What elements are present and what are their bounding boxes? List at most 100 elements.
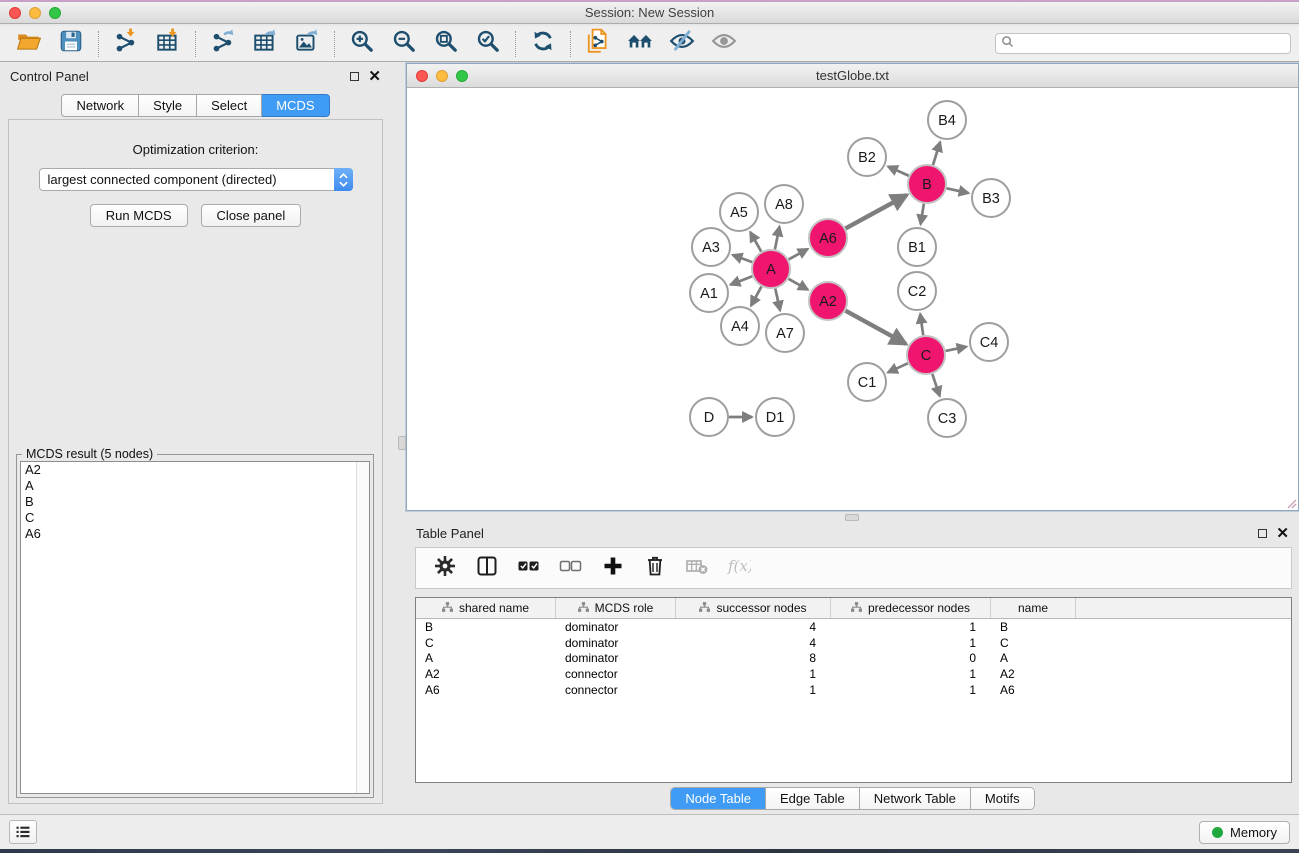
- table-cell[interactable]: 1: [676, 683, 831, 697]
- export-table-button[interactable]: [244, 29, 286, 59]
- tab-edge-table[interactable]: Edge Table: [766, 788, 860, 809]
- close-table-panel-icon[interactable]: ✕: [1276, 529, 1289, 538]
- graph-edge-C-C3[interactable]: [932, 374, 939, 396]
- table-cell[interactable]: 4: [676, 636, 831, 650]
- graph-edge-A-A5[interactable]: [750, 232, 761, 252]
- first-neighbors-button[interactable]: [619, 29, 661, 59]
- table-row[interactable]: A6connector11A6: [416, 682, 1291, 698]
- column-header-name[interactable]: name: [991, 598, 1076, 618]
- table-cell[interactable]: 1: [831, 683, 991, 697]
- column-header-shared-name[interactable]: shared name: [416, 598, 556, 618]
- close-panel-button[interactable]: Close panel: [201, 204, 302, 227]
- search-input[interactable]: [1018, 37, 1285, 51]
- mcds-result-item[interactable]: A: [21, 478, 369, 494]
- export-network-button[interactable]: [202, 29, 244, 59]
- create-new-column-button[interactable]: [594, 552, 632, 584]
- run-mcds-button[interactable]: Run MCDS: [90, 204, 188, 227]
- table-cell[interactable]: 1: [831, 636, 991, 650]
- graph-edge-A-A1[interactable]: [730, 276, 752, 284]
- graph-edge-A-A7[interactable]: [775, 289, 780, 311]
- table-cell[interactable]: A2: [416, 667, 556, 681]
- table-cell[interactable]: 0: [831, 651, 991, 665]
- export-image-button[interactable]: [286, 29, 328, 59]
- zoom-out-button[interactable]: [383, 29, 425, 59]
- task-history-button[interactable]: [9, 820, 37, 844]
- graph-edge-A-A4[interactable]: [751, 287, 761, 306]
- table-cell[interactable]: C: [416, 636, 556, 650]
- table-cell[interactable]: connector: [556, 667, 676, 681]
- table-cell[interactable]: B: [991, 620, 1076, 634]
- graph-edge-A-A3[interactable]: [733, 255, 753, 262]
- mcds-result-item[interactable]: B: [21, 494, 369, 510]
- graph-edge-B-B3[interactable]: [947, 188, 969, 193]
- table-row[interactable]: A2connector11A2: [416, 666, 1291, 682]
- table-cell[interactable]: dominator: [556, 636, 676, 650]
- vertical-splitter-handle[interactable]: [398, 436, 406, 450]
- tab-node-table[interactable]: Node Table: [671, 788, 766, 809]
- table-cell[interactable]: connector: [556, 683, 676, 697]
- select-all-rows-button[interactable]: [510, 552, 548, 584]
- criterion-dropdown[interactable]: largest connected component (directed): [39, 168, 353, 191]
- table-cell[interactable]: A6: [991, 683, 1076, 697]
- horizontal-splitter-handle[interactable]: [845, 514, 859, 521]
- result-scrollbar[interactable]: [356, 462, 369, 793]
- table-row[interactable]: Bdominator41B: [416, 619, 1291, 635]
- zoom-fit-button[interactable]: [425, 29, 467, 59]
- graph-edge-C-C1[interactable]: [888, 363, 908, 372]
- graph-edge-A6-B[interactable]: [846, 195, 907, 228]
- table-cell[interactable]: 1: [676, 667, 831, 681]
- table-cell[interactable]: A: [416, 651, 556, 665]
- hide-selected-button[interactable]: [661, 29, 703, 59]
- network-canvas[interactable]: B4B2BB3A5A8A6A3B1AA1C2A2A4A7C4CC1C3DD1: [407, 89, 1298, 510]
- graph-edge-C-C4[interactable]: [946, 347, 967, 351]
- import-table-button[interactable]: [147, 29, 189, 59]
- zoom-in-button[interactable]: [341, 29, 383, 59]
- mcds-result-item[interactable]: A6: [21, 526, 369, 542]
- column-header-successor-nodes[interactable]: successor nodes: [676, 598, 831, 618]
- minimize-window-button[interactable]: [29, 7, 41, 19]
- mcds-result-item[interactable]: C: [21, 510, 369, 526]
- search-field[interactable]: [995, 33, 1291, 54]
- save-session-button[interactable]: [50, 29, 92, 59]
- table-cell[interactable]: A2: [991, 667, 1076, 681]
- float-table-panel-icon[interactable]: [1258, 529, 1267, 538]
- zoom-selected-button[interactable]: [467, 29, 509, 59]
- refresh-layout-button[interactable]: [522, 29, 564, 59]
- column-header-predecessor-nodes[interactable]: predecessor nodes: [831, 598, 991, 618]
- control-tab-network[interactable]: Network: [61, 94, 139, 117]
- control-tab-select[interactable]: Select: [197, 94, 262, 117]
- open-session-button[interactable]: [8, 29, 50, 59]
- graph-edge-B-B1[interactable]: [921, 204, 924, 225]
- table-cell[interactable]: 1: [831, 620, 991, 634]
- table-cell[interactable]: 1: [831, 667, 991, 681]
- table-options-button[interactable]: [426, 552, 464, 584]
- table-row[interactable]: Adominator80A: [416, 650, 1291, 666]
- mcds-result-item[interactable]: A2: [21, 462, 369, 478]
- memory-button[interactable]: Memory: [1199, 821, 1290, 844]
- table-cell[interactable]: C: [991, 636, 1076, 650]
- mcds-result-list[interactable]: A2ABCA6: [20, 461, 370, 794]
- new-network-from-selection-button[interactable]: [577, 29, 619, 59]
- table-cell[interactable]: A: [991, 651, 1076, 665]
- table-cell[interactable]: 8: [676, 651, 831, 665]
- delete-column-button[interactable]: [636, 552, 674, 584]
- graph-edge-B-B2[interactable]: [888, 166, 909, 175]
- tab-network-table[interactable]: Network Table: [860, 788, 971, 809]
- show-all-button[interactable]: [703, 29, 745, 59]
- column-header-MCDS-role[interactable]: MCDS role: [556, 598, 676, 618]
- table-cell[interactable]: B: [416, 620, 556, 634]
- deselect-all-rows-button[interactable]: [552, 552, 590, 584]
- float-panel-icon[interactable]: [350, 72, 359, 81]
- table-cell[interactable]: A6: [416, 683, 556, 697]
- import-network-button[interactable]: [105, 29, 147, 59]
- graph-edge-A-A6[interactable]: [789, 249, 808, 259]
- table-cell[interactable]: dominator: [556, 620, 676, 634]
- table-row[interactable]: Cdominator41C: [416, 635, 1291, 651]
- table-cell[interactable]: dominator: [556, 651, 676, 665]
- control-tab-mcds[interactable]: MCDS: [262, 94, 329, 117]
- close-window-button[interactable]: [9, 7, 21, 19]
- resize-grip-icon[interactable]: [1285, 497, 1297, 509]
- graph-edge-B-B4[interactable]: [933, 142, 940, 165]
- graph-edge-A-A8[interactable]: [775, 227, 780, 250]
- graph-edge-C-C2[interactable]: [920, 314, 923, 335]
